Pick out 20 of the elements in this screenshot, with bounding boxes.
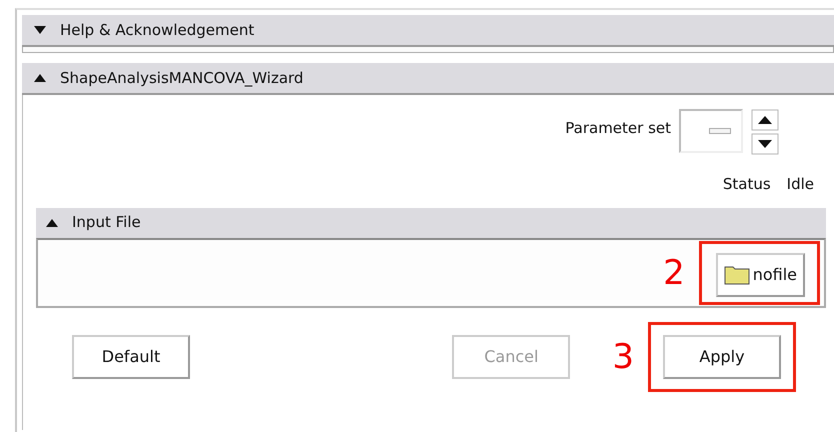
section-title: Help & Acknowledgement [60,20,254,41]
callout-number: 2 [663,256,685,290]
file-button[interactable]: nofile [716,252,805,296]
section-title: Input File [72,212,141,234]
action-button[interactable]: Apply [663,334,781,378]
folder-icon [724,264,750,284]
spin-field[interactable] [679,109,743,153]
collapse-arrow-icon[interactable] [34,74,46,82]
subsection-header[interactable]: Input File [36,208,826,238]
section-header[interactable]: Help & Acknowledgement [22,15,834,47]
action-button[interactable]: Default [72,334,190,378]
section-header[interactable]: ShapeAnalysisMANCOVA_Wizard [22,63,834,95]
status-label: Status [722,174,771,195]
section-title: ShapeAnalysisMANCOVA_Wizard [60,68,304,89]
empty-value-icon [709,128,731,134]
collapse-arrow-icon[interactable] [46,218,58,226]
callout-number: 3 [612,340,634,374]
status-value: Idle [786,174,814,195]
field-label: Parameter set [565,118,671,139]
expand-arrow-icon[interactable] [34,26,46,34]
